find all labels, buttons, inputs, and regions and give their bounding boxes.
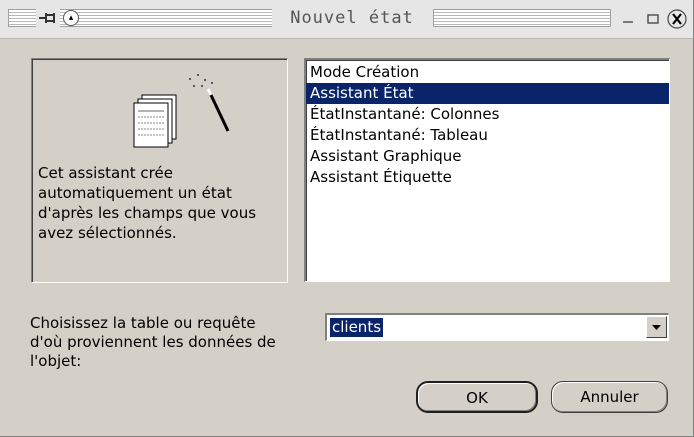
wizard-description: Cet assistant crée automatiquement un ét… xyxy=(38,164,257,242)
wizard-preview-panel: Cet assistant crée automatiquement un ét… xyxy=(31,58,288,283)
source-combobox[interactable]: clients xyxy=(325,313,669,341)
pin-icon[interactable] xyxy=(36,8,60,28)
list-item[interactable]: Assistant Graphique xyxy=(306,146,669,167)
ok-button[interactable]: OK xyxy=(416,381,538,413)
title-bar-stripes xyxy=(433,9,611,27)
list-item[interactable]: Assistant Étiquette xyxy=(306,167,669,188)
dropdown-button[interactable] xyxy=(646,316,667,338)
new-report-dialog: ▴ Nouvel état Cet assistant crée automat… xyxy=(0,0,694,437)
chevron-down-icon xyxy=(652,325,661,330)
window-menu-icon[interactable]: ▴ xyxy=(63,10,79,26)
list-item[interactable]: ÉtatInstantané: Tableau xyxy=(306,125,669,146)
maximize-icon[interactable] xyxy=(645,8,661,28)
report-type-list[interactable]: Mode Création Assistant État ÉtatInstantan… xyxy=(304,58,670,282)
cancel-button[interactable]: Annuler xyxy=(551,381,668,413)
list-item[interactable]: Assistant État xyxy=(306,83,669,104)
minimize-icon[interactable] xyxy=(620,8,636,28)
source-label: Choisissez la table ou requête d'où prov… xyxy=(30,314,276,370)
list-item[interactable]: Mode Création xyxy=(306,62,669,83)
report-wizard-icon xyxy=(132,71,232,161)
title-bar[interactable]: ▴ Nouvel état xyxy=(0,0,693,39)
close-icon[interactable] xyxy=(666,8,688,30)
window-title: Nouvel état xyxy=(272,7,432,29)
source-value[interactable]: clients xyxy=(330,318,384,337)
list-item[interactable]: ÉtatInstantané: Colonnes xyxy=(306,104,669,125)
